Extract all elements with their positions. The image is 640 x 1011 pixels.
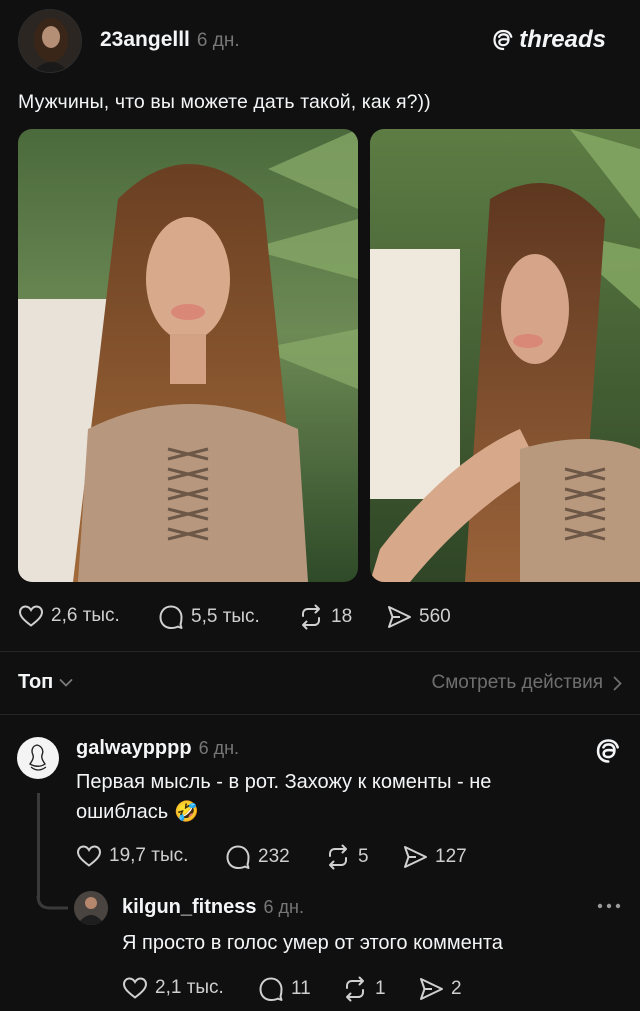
comment-username[interactable]: galwaypppp <box>76 737 192 760</box>
reply-repost-button[interactable]: 1 <box>342 976 386 1002</box>
more-dots-icon <box>597 903 621 909</box>
comment-icon <box>226 845 250 869</box>
share-count: 560 <box>419 606 451 627</box>
photo-2-image <box>370 129 640 582</box>
author-username[interactable]: 23angelll <box>100 28 190 52</box>
like-button[interactable]: 2,6 тыс. <box>18 604 120 628</box>
comment-share-count: 127 <box>435 846 467 867</box>
thread-line <box>37 793 40 899</box>
reply-time: 6 дн. <box>263 897 304 917</box>
heart-icon <box>122 977 148 999</box>
commenter-avatar[interactable] <box>17 737 59 779</box>
sort-dropdown[interactable]: Топ <box>18 671 73 694</box>
post-time: 6 дн. <box>196 30 240 51</box>
share-button[interactable]: 560 <box>386 604 451 630</box>
reply-share-button[interactable]: 2 <box>418 976 462 1002</box>
divider <box>0 651 640 652</box>
author-avatar[interactable] <box>18 9 82 73</box>
chevron-down-icon <box>59 678 73 687</box>
comment-repost-count: 5 <box>358 846 369 867</box>
reply-reply-count: 11 <box>291 978 311 999</box>
reply-repost-count: 1 <box>375 978 386 999</box>
sort-label: Топ <box>18 671 54 693</box>
chevron-right-icon <box>613 676 622 690</box>
send-icon <box>388 606 411 628</box>
commenter-avatar-image <box>29 744 47 771</box>
author-avatar-image <box>19 10 81 72</box>
photo-1-image <box>18 129 358 582</box>
threads-reply-icon[interactable] <box>594 737 622 770</box>
reply-like-count: 2,1 тыс. <box>155 977 224 998</box>
repost-button[interactable]: 18 <box>298 604 352 630</box>
comment-text-line-1: Первая мысль - в рот. Захожу к коменты -… <box>76 771 492 793</box>
send-icon <box>404 846 427 868</box>
comment-button[interactable]: 5,5 тыс. <box>158 604 260 630</box>
reply-like-button[interactable]: 2,1 тыс. <box>122 976 224 1000</box>
repost-icon <box>329 844 347 870</box>
brand-name: threads <box>519 26 606 53</box>
threads-logo: threads <box>491 26 606 54</box>
send-icon <box>420 978 443 1000</box>
comment-text: Первая мысль - в рот. Захожу к коменты -… <box>76 767 491 827</box>
reply-username[interactable]: kilgun_fitness <box>122 896 256 919</box>
reply-text: Я просто в голос умер от этого коммента <box>122 932 503 954</box>
repost-icon <box>302 604 320 630</box>
comment-icon <box>259 977 283 1001</box>
view-activity-link[interactable]: Смотреть действия <box>432 672 622 694</box>
comment-like-count: 19,7 тыс. <box>109 845 189 866</box>
reply-reply-button[interactable]: 11 <box>258 976 311 1002</box>
post-photo-2[interactable] <box>370 129 640 582</box>
post-photo-1[interactable] <box>18 129 358 582</box>
reply-connector <box>36 896 68 910</box>
divider <box>0 714 640 715</box>
heart-icon <box>18 605 44 627</box>
reply-share-count: 2 <box>451 978 462 999</box>
comment-reply-count: 232 <box>258 846 290 867</box>
heart-icon <box>76 845 102 867</box>
repost-count: 18 <box>331 606 353 627</box>
comment-text-line-2: ошиблась <box>76 801 169 823</box>
comment-repost-button[interactable]: 5 <box>325 844 369 870</box>
post-text: Мужчины, что вы можете дать такой, как я… <box>18 91 431 113</box>
rofl-emoji: 🤣 <box>174 801 200 823</box>
comment-count: 5,5 тыс. <box>191 606 260 627</box>
comment-like-button[interactable]: 19,7 тыс. <box>76 844 188 868</box>
view-activity-label: Смотреть действия <box>431 672 603 693</box>
threads-icon <box>596 739 619 763</box>
repost-icon <box>346 976 364 1002</box>
threads-icon <box>493 29 513 51</box>
comment-reply-button[interactable]: 232 <box>225 844 290 870</box>
comment-share-button[interactable]: 127 <box>402 844 467 870</box>
comment-time: 6 дн. <box>198 738 240 758</box>
like-count: 2,6 тыс. <box>51 605 120 626</box>
comment-icon <box>159 605 183 629</box>
more-options-button[interactable] <box>596 896 622 921</box>
reply-avatar-image <box>74 891 108 925</box>
reply-avatar[interactable] <box>74 891 108 925</box>
